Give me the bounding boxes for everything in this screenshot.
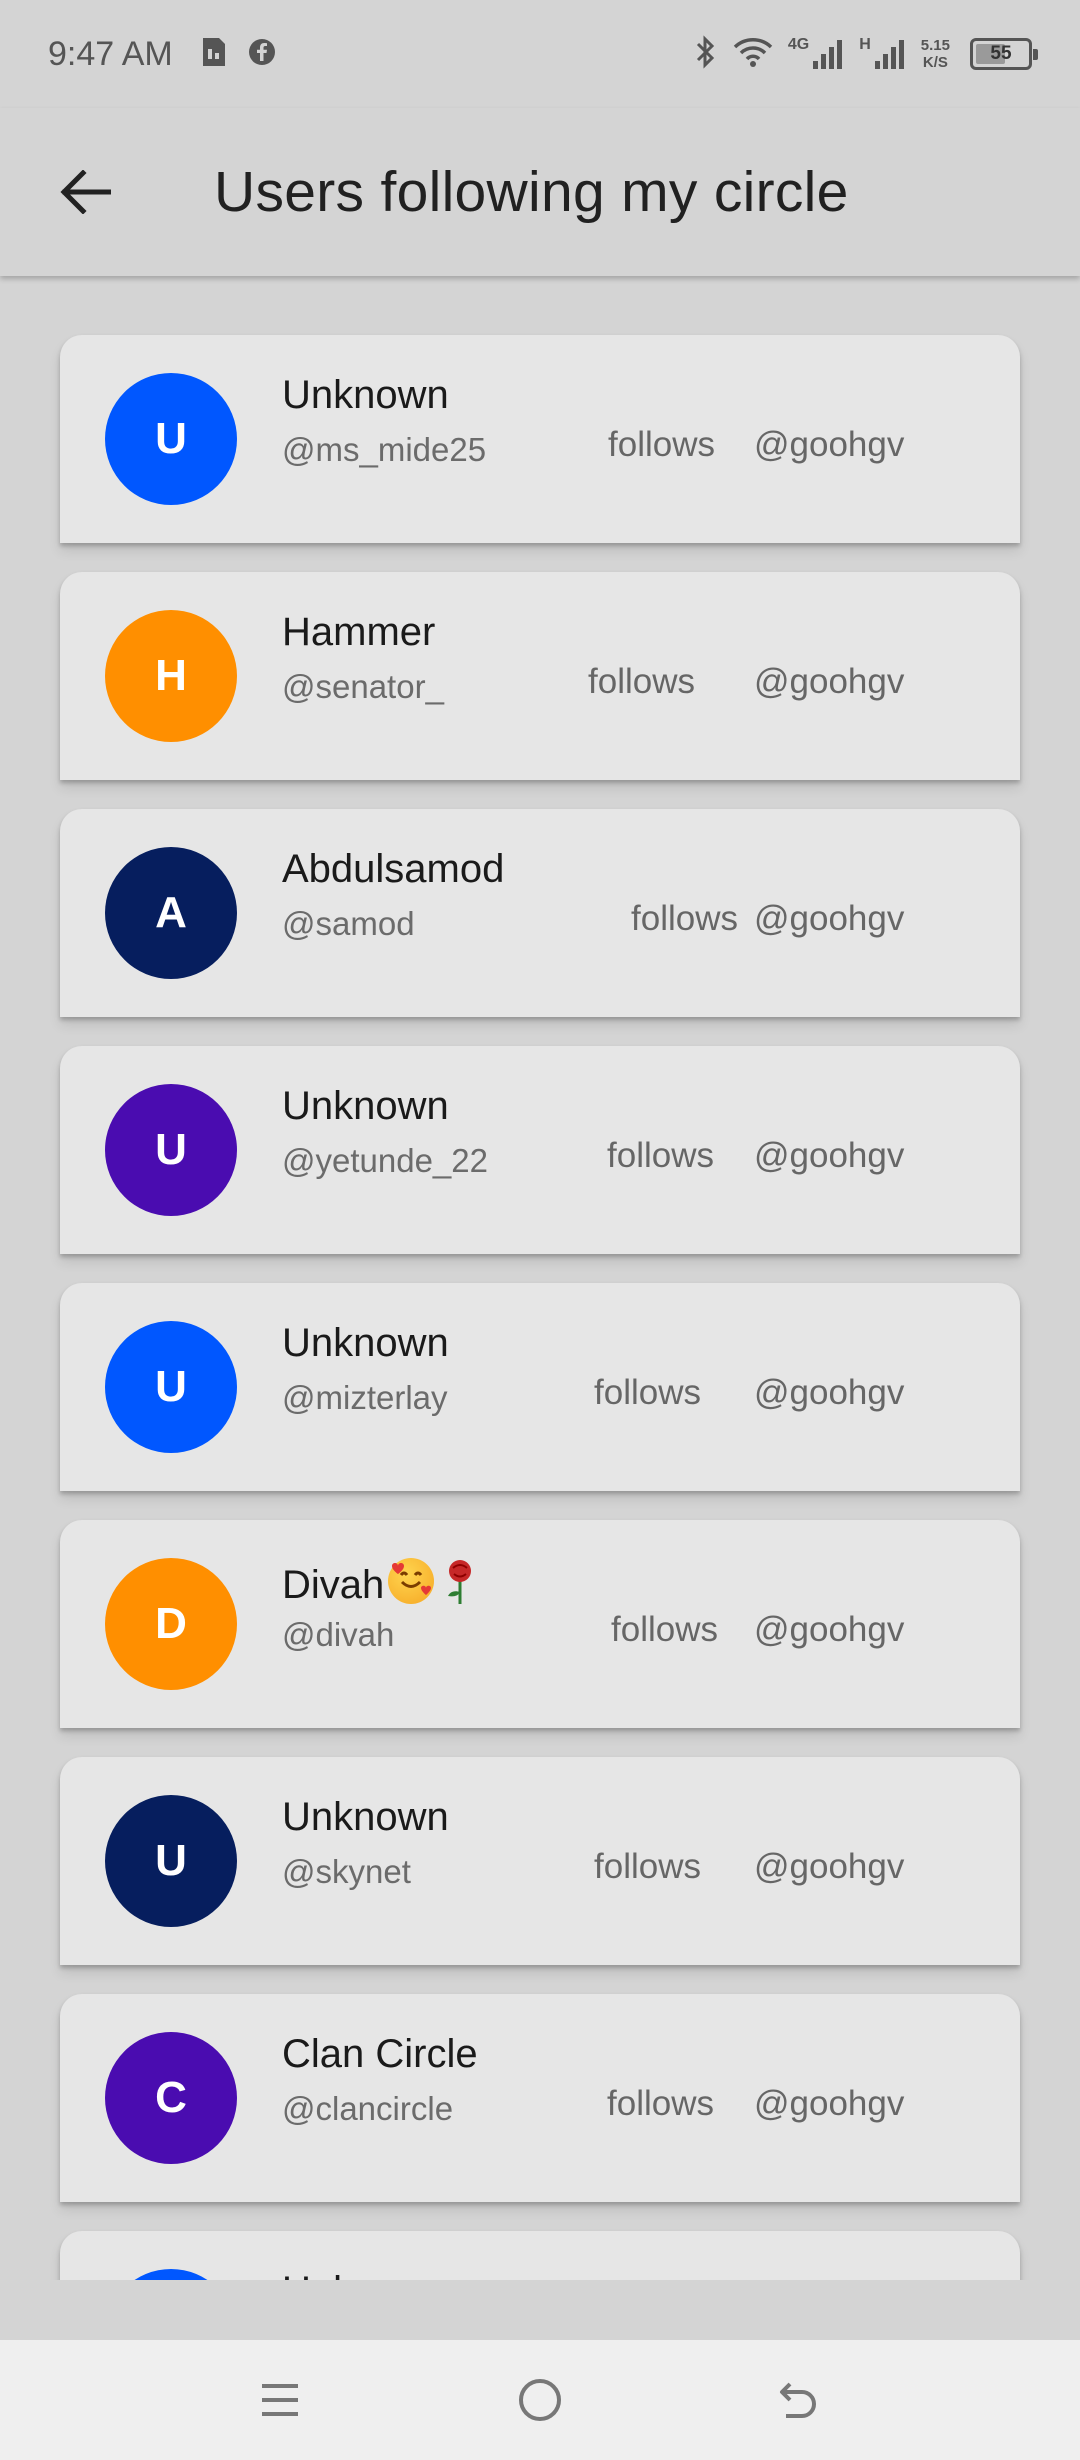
user-name-text: Hammer [282,610,436,654]
user-handle: @ms_mide25 [282,431,487,468]
followed-handle: @goohgv [754,1610,905,1649]
follows-label: follows [594,1373,701,1412]
recent-apps-button[interactable] [240,2360,320,2440]
follows-label: follows [607,1136,714,1175]
followed-handle: @goohgv [754,1847,905,1886]
followed-handle: @goohgv [754,2084,905,2123]
status-time: 9:47 AM [48,34,173,73]
back-button[interactable] [40,147,130,237]
speed-value: 5.15 [920,37,950,54]
followed-handle: @goohgv [754,662,905,701]
avatar: D [105,1558,237,1690]
user-handle: @senator_ [282,668,444,705]
network-type-label-2: H [859,36,871,53]
bluetooth-icon [692,34,718,75]
signal-icon-2: H [859,37,907,71]
user-name: Unknown [282,2269,449,2280]
user-name: Clan Circle [282,2032,478,2077]
arrow-left-icon [60,170,111,214]
sim-icon [199,36,229,73]
follows-label: follows [611,1610,718,1649]
avatar: U [105,1084,237,1216]
user-handle: @yetunde_22 [282,1142,488,1179]
avatar: U [105,373,237,505]
user-name: Divah [282,1558,480,1608]
list-item[interactable]: U Unknown @mizterlay follows @goohgv [60,1283,1020,1491]
user-name-text: Unknown [282,373,449,417]
list-item[interactable]: A Abdulsamod @samod follows @goohgv [60,809,1020,1017]
user-handle: @divah [282,1616,395,1653]
avatar: A [105,847,237,979]
smiling-face-with-hearts-icon [388,1558,435,1604]
avatar: U [105,2269,237,2280]
screen: 9:47 AM 4G H 5.15 K/S 55 Users following… [0,0,1080,2460]
user-name-text: Unknown [282,1795,449,1839]
user-handle: @clancircle [282,2090,454,2127]
network-speed: 5.15 K/S [921,37,950,71]
avatar: C [105,2032,237,2164]
user-name-text: Unknown [282,1084,449,1128]
avatar: U [105,1795,237,1927]
user-name: Unknown [282,1084,449,1129]
status-bar: 9:47 AM 4G H 5.15 K/S 55 [0,0,1080,108]
battery-icon: 55 [970,38,1038,70]
list-item[interactable]: C Clan Circle @clancircle follows @goohgv [60,1994,1020,2202]
menu-icon [262,2384,298,2416]
user-name-text: Clan Circle [282,2032,478,2076]
follows-label: follows [588,662,695,701]
user-name-text: Abdulsamod [282,847,505,891]
user-handle: @skynet [282,1853,411,1890]
list-item[interactable]: U Unknown @yetunde_22 follows @goohgv [60,1046,1020,1254]
app-bar: Users following my circle [0,108,1080,276]
user-name-text: Divah [282,1563,385,1607]
follows-label: follows [608,425,715,464]
home-icon [519,2379,561,2421]
follower-list-viewport[interactable]: U Unknown @ms_mide25 follows @goohgv H Hammer @… [0,276,1080,2280]
followed-handle: @goohgv [754,1373,905,1412]
followed-handle: @goohgv [754,425,905,464]
system-nav-bar [0,2340,1080,2460]
user-name-text: Unknown [282,1321,449,1365]
list-item[interactable]: D Divah @divah follows @goohgv [60,1520,1020,1728]
user-handle: @samod [282,905,415,942]
list-item[interactable]: U Unknown @ms_mide25 follows @goohgv [60,335,1020,543]
user-name: Abdulsamod [282,847,504,892]
network-type-label: 4G [787,36,810,53]
user-name-text: Unknown [282,2269,449,2280]
user-name: Unknown [282,373,449,418]
list-item[interactable]: U Unknown [60,2231,1020,2280]
list-item[interactable]: U Unknown @skynet follows @goohgv [60,1757,1020,1965]
facebook-icon [247,37,277,72]
battery-level: 55 [990,43,1012,64]
status-left-icons [199,36,277,73]
followed-handle: @goohgv [754,1136,905,1175]
avatar: U [105,1321,237,1453]
speed-unit: K/S [922,54,948,71]
rose-icon [440,1558,480,1606]
status-right: 4G H 5.15 K/S 55 [692,34,1038,75]
user-handle: @mizterlay [282,1379,448,1416]
follows-label: follows [607,2084,714,2123]
home-button[interactable] [500,2360,580,2440]
signal-icon: 4G [788,37,845,71]
followed-handle: @goohgv [754,899,905,938]
page-title: Users following my circle [214,160,849,224]
follows-label: follows [594,1847,701,1886]
user-name: Unknown [282,1795,449,1840]
wifi-icon [732,35,774,74]
follows-label: follows [631,899,738,938]
user-name: Hammer [282,610,435,655]
list-item[interactable]: H Hammer @senator_ follows @goohgv [60,572,1020,780]
user-name: Unknown [282,1321,449,1366]
system-back-button[interactable] [760,2360,840,2440]
avatar: H [105,610,237,742]
back-icon [780,2382,816,2418]
follower-list: U Unknown @ms_mide25 follows @goohgv H Hammer @… [60,335,1020,2280]
